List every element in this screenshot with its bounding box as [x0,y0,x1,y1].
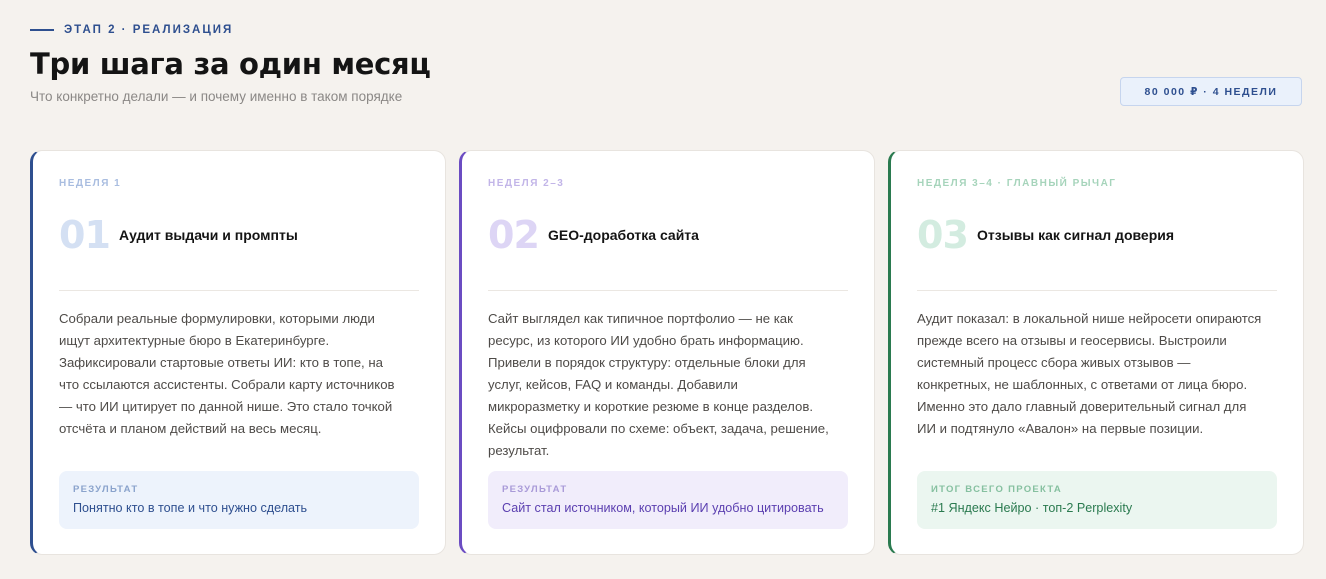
description-line: Кейсы оцифровали по схеме: объект, задач… [488,421,829,436]
step-title: GEO-доработка сайта [548,227,699,243]
description-line: микроразметку и короткие резюме в конце … [488,399,814,414]
step-title: Отзывы как сигнал доверия [977,227,1175,243]
divider [488,290,848,291]
result-label: ИТОГ ВСЕГО ПРОЕКТА [931,484,1063,495]
description-line: Сайт выглядел как типичное портфолио — н… [488,311,793,326]
description-line: ИИ и подтянуло «Авалон» на первые позици… [917,421,1204,436]
step-heading: 02 GEO-доработка сайта [488,212,848,258]
page-title: Три шага за один месяц [30,47,431,81]
result-box: РЕЗУЛЬТАТ Сайт стал источником, который … [488,471,848,529]
divider [917,290,1277,291]
step-description: Аудит показал: в локальной нише нейросет… [917,308,1277,440]
step-week: НЕДЕЛЯ 3–4 · ГЛАВНЫЙ РЫЧАГ [917,178,1117,189]
eyebrow-text: ЭТАП 2 · РЕАЛИЗАЦИЯ [64,24,234,36]
description-line: конкретных, не шаблонных, с ответами от … [917,377,1248,392]
divider [59,290,419,291]
section-header: ЭТАП 2 · РЕАЛИЗАЦИЯ Три шага за один мес… [30,22,1302,122]
step-heading: 03 Отзывы как сигнал доверия [917,212,1277,258]
description-line: Аудит показал: в локальной нише нейросет… [917,311,1262,326]
step-number: 02 [488,213,540,257]
step-week: НЕДЕЛЯ 2–3 [488,178,565,189]
steps-cards: НЕДЕЛЯ 1 01 Аудит выдачи и промпты Собра… [30,150,1304,555]
result-label: РЕЗУЛЬТАТ [502,484,568,495]
description-line: — что ИИ цитирует по данной нише. Это ст… [59,399,393,414]
result-box: ИТОГ ВСЕГО ПРОЕКТА #1 Яндекс Нейро · топ… [917,471,1277,529]
description-line: Привели в порядок структуру: отдельные б… [488,355,806,370]
description-line: отсчёта и планом действий на весь месяц. [59,421,322,436]
step-description: Сайт выглядел как типичное портфолио — н… [488,308,848,462]
description-line: что ссылаются ассистенты. Собрали карту … [59,377,395,392]
description-line: Собрали реальные формулировки, которыми … [59,311,375,326]
step-card-3: НЕДЕЛЯ 3–4 · ГЛАВНЫЙ РЫЧАГ 03 Отзывы как… [888,150,1304,555]
step-week: НЕДЕЛЯ 1 [59,178,122,189]
step-title: Аудит выдачи и промпты [119,227,298,243]
step-number: 01 [59,213,111,257]
description-line: прежде всего на отзывы и геосервисы. Выс… [917,333,1227,348]
description-line: услуг, кейсов, FAQ и команды. Добавили [488,377,738,392]
page-subtitle: Что конкретно делали — и почему именно в… [30,89,403,104]
description-line: ищут архитектурные бюро в Екатеринбурге. [59,333,330,348]
eyebrow: ЭТАП 2 · РЕАЛИЗАЦИЯ [30,22,1302,38]
step-heading: 01 Аудит выдачи и промпты [59,212,419,258]
result-text: Сайт стал источником, который ИИ удобно … [502,501,824,515]
step-number: 03 [917,213,969,257]
result-text: Понятно кто в топе и что нужно сделать [73,501,308,515]
step-description: Собрали реальные формулировки, которыми … [59,308,419,440]
description-line: системный процесс сбора живых отзывов — [917,355,1191,370]
description-line: ресурс, из которого ИИ удобно брать инфо… [488,333,804,348]
description-line: Зафиксировали стартовые ответы ИИ: кто в… [59,355,383,370]
description-line: Именно это дало главный доверительный си… [917,399,1247,414]
eyebrow-line [30,29,54,31]
price-badge: 80 000 ₽ · 4 НЕДЕЛИ [1120,77,1302,106]
result-box: РЕЗУЛЬТАТ Понятно кто в топе и что нужно… [59,471,419,529]
step-card-1: НЕДЕЛЯ 1 01 Аудит выдачи и промпты Собра… [30,150,446,555]
result-label: РЕЗУЛЬТАТ [73,484,139,495]
description-line: результат. [488,443,550,458]
step-card-2: НЕДЕЛЯ 2–3 02 GEO-доработка сайта Сайт в… [459,150,875,555]
result-text: #1 Яндекс Нейро · топ-2 Perplexity [931,501,1133,515]
